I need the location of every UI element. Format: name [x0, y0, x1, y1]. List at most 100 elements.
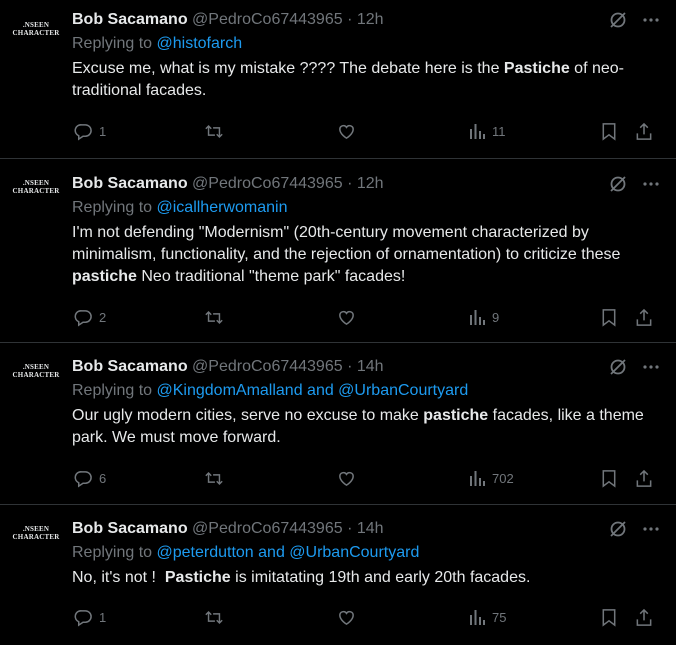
reply-button[interactable]: 1 — [74, 606, 106, 628]
reply-button[interactable]: 2 — [74, 306, 106, 328]
separator-dot: · — [347, 175, 353, 192]
more-icon[interactable] — [642, 175, 660, 193]
tweet-text-bold: Pastiche — [503, 60, 570, 77]
grok-icon[interactable] — [608, 10, 628, 30]
tweet-text-bold: pastiche — [72, 268, 137, 285]
share-button[interactable] — [635, 306, 653, 328]
like-icon — [337, 608, 356, 627]
tweet-text-part: is imitatating 19th and early 20th facad… — [230, 569, 531, 586]
author-handle[interactable]: @PedroCo67443965 — [192, 358, 343, 375]
tweet-text-part: Our ugly modern cities, serve no excuse … — [72, 407, 424, 424]
like-icon — [337, 308, 356, 327]
avatar-text-line2: CHARACTER — [12, 371, 60, 379]
tweet-actions: 6 702 — [72, 467, 660, 489]
share-button[interactable] — [635, 120, 653, 142]
repost-button[interactable] — [204, 606, 230, 628]
reply-button[interactable]: 1 — [74, 120, 106, 142]
repost-button[interactable] — [204, 306, 230, 328]
replying-to: Replying to @icallherwomanin — [72, 198, 660, 218]
grok-icon[interactable] — [608, 174, 628, 194]
share-icon — [635, 608, 653, 627]
like-button[interactable] — [337, 120, 362, 142]
views-button[interactable]: 9 — [468, 306, 499, 328]
bookmark-button[interactable] — [600, 306, 618, 328]
replying-to: Replying to @peterdutton and @UrbanCourt… — [72, 543, 660, 563]
views-button[interactable]: 702 — [468, 467, 514, 489]
tweet-text-bold: Pastiche — [164, 569, 231, 586]
share-icon — [635, 469, 653, 488]
timestamp[interactable]: 12h — [357, 175, 384, 192]
avatar[interactable]: .NSEEN CHARACTER — [13, 351, 59, 391]
replying-prefix: Replying to — [72, 382, 153, 399]
author-name[interactable]: Bob Sacamano — [72, 520, 188, 537]
timestamp[interactable]: 12h — [357, 11, 384, 28]
tweet-text: Our ugly modern cities, serve no excuse … — [72, 405, 660, 449]
tweet-actions: 1 11 — [72, 120, 660, 142]
reply-icon — [74, 308, 93, 327]
reply-icon — [74, 469, 93, 488]
replying-to: Replying to @histofarch — [72, 34, 660, 54]
replying-to-link[interactable]: @KingdomAmalland and @UrbanCourtyard — [157, 382, 469, 399]
repost-icon — [204, 308, 224, 327]
tweet-text: Excuse me, what is my mistake ???? The d… — [72, 58, 660, 102]
share-icon — [635, 308, 653, 327]
tweet[interactable]: .NSEEN CHARACTER Bob Sacamano @PedroCo67… — [0, 159, 676, 343]
grok-icon[interactable] — [608, 519, 628, 539]
timestamp[interactable]: 14h — [357, 358, 384, 375]
tweet-text-bold: pastiche — [423, 407, 489, 424]
repost-button[interactable] — [204, 467, 230, 489]
author-name[interactable]: Bob Sacamano — [72, 358, 188, 375]
share-button[interactable] — [635, 606, 653, 628]
views-count: 11 — [492, 123, 506, 139]
tweet[interactable]: .NSEEN CHARACTER Bob Sacamano @PedroCo67… — [0, 343, 676, 505]
tweet-text-part: No, it's not ! — [72, 569, 165, 586]
tweet[interactable]: .NSEEN CHARACTER Bob Sacamano @PedroCo67… — [0, 505, 676, 645]
reply-icon — [74, 122, 93, 141]
avatar[interactable]: .NSEEN CHARACTER — [13, 167, 59, 207]
bookmark-icon — [600, 608, 618, 627]
author-name[interactable]: Bob Sacamano — [72, 11, 188, 28]
reply-button[interactable]: 6 — [74, 467, 106, 489]
separator-dot: · — [347, 520, 353, 537]
replying-to-link[interactable]: @histofarch — [157, 35, 243, 52]
more-icon[interactable] — [642, 520, 660, 538]
views-button[interactable]: 11 — [468, 120, 506, 142]
views-icon — [468, 608, 486, 626]
author-handle[interactable]: @PedroCo67443965 — [192, 11, 343, 28]
bookmark-icon — [600, 308, 618, 327]
author-name[interactable]: Bob Sacamano — [72, 175, 188, 192]
reply-count: 1 — [99, 123, 107, 139]
like-icon — [337, 122, 356, 141]
replying-to-link[interactable]: @icallherwomanin — [157, 199, 288, 216]
repost-button[interactable] — [204, 120, 230, 142]
bookmark-icon — [600, 469, 618, 488]
views-icon — [468, 469, 486, 487]
views-count: 702 — [492, 470, 514, 486]
replying-prefix: Replying to — [72, 199, 153, 216]
timestamp[interactable]: 14h — [357, 520, 384, 537]
more-icon[interactable] — [642, 358, 660, 376]
grok-icon[interactable] — [608, 357, 628, 377]
avatar[interactable]: .NSEEN CHARACTER — [13, 513, 59, 553]
avatar[interactable]: .NSEEN CHARACTER — [13, 9, 59, 49]
like-button[interactable] — [337, 306, 362, 328]
avatar-text-line1: .NSEEN — [22, 179, 50, 187]
like-button[interactable] — [337, 467, 362, 489]
author-handle[interactable]: @PedroCo67443965 — [192, 175, 343, 192]
tweet-text: No, it's not ! Pastiche is imitatating 1… — [72, 567, 660, 589]
tweet-header: Bob Sacamano @PedroCo67443965 · 14h — [72, 519, 660, 539]
views-button[interactable]: 75 — [468, 606, 506, 628]
share-button[interactable] — [635, 467, 653, 489]
more-icon[interactable] — [642, 11, 660, 29]
repost-icon — [204, 608, 224, 627]
repost-icon — [204, 122, 224, 141]
author-handle[interactable]: @PedroCo67443965 — [192, 520, 343, 537]
tweet[interactable]: .NSEEN CHARACTER Bob Sacamano @PedroCo67… — [0, 0, 676, 159]
tweet-text: I'm not defending "Modernism" (20th-cent… — [72, 222, 660, 288]
bookmark-button[interactable] — [600, 606, 618, 628]
like-button[interactable] — [337, 606, 362, 628]
bookmark-button[interactable] — [600, 467, 618, 489]
share-icon — [635, 122, 653, 141]
replying-to-link[interactable]: @peterdutton and @UrbanCourtyard — [157, 544, 420, 561]
bookmark-button[interactable] — [600, 120, 618, 142]
